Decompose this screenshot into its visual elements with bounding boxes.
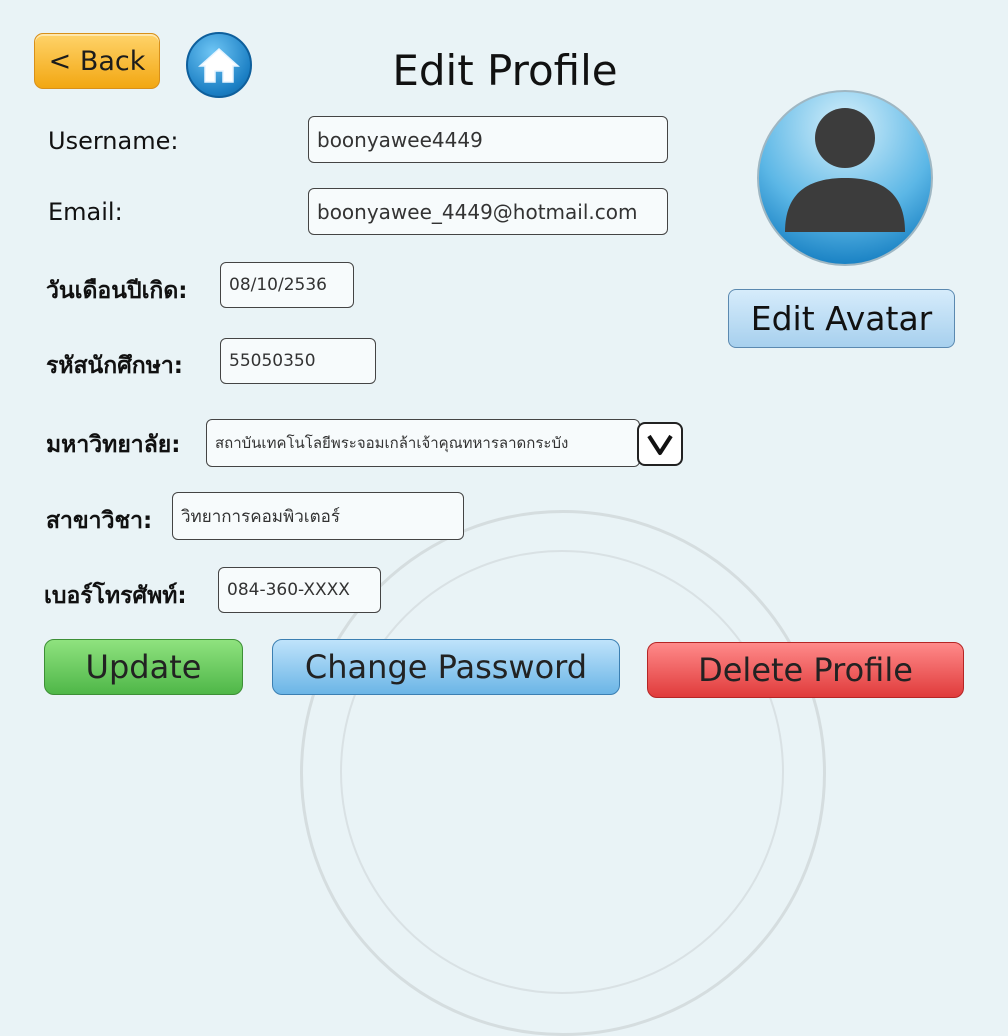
chevron-down-icon: [647, 434, 673, 455]
home-button[interactable]: [186, 32, 252, 98]
university-dropdown-button[interactable]: [637, 422, 683, 466]
university-select[interactable]: สถาบันเทคโนโลยีพระจอมเกล้าเจ้าคุณทหารลาด…: [206, 419, 640, 467]
phone-label: เบอร์โทรศัพท์:: [44, 583, 187, 609]
major-label: สาขาวิชา:: [46, 508, 153, 534]
edit-avatar-button[interactable]: Edit Avatar: [728, 289, 955, 348]
page-title: Edit Profile: [392, 46, 618, 95]
student-id-field[interactable]: 55050350: [220, 338, 376, 384]
back-button[interactable]: < Back: [34, 33, 160, 89]
home-icon: [198, 47, 240, 83]
change-password-button[interactable]: Change Password: [272, 639, 620, 695]
watermark-seal-inner: [340, 550, 784, 994]
student-id-label: รหัสนักศึกษา:: [46, 353, 184, 379]
birthdate-field[interactable]: 08/10/2536: [220, 262, 354, 308]
avatar: [757, 90, 933, 266]
birthdate-label: วันเดือนปีเกิด:: [46, 278, 188, 304]
email-field[interactable]: boonyawee_4449@hotmail.com: [308, 188, 668, 235]
major-field[interactable]: วิทยาการคอมพิวเตอร์: [172, 492, 464, 540]
email-label: Email:: [48, 198, 123, 226]
phone-field[interactable]: 084-360-XXXX: [218, 567, 381, 613]
user-silhouette-icon: [785, 108, 905, 232]
username-label: Username:: [48, 127, 179, 155]
username-field[interactable]: boonyawee4449: [308, 116, 668, 163]
update-button[interactable]: Update: [44, 639, 243, 695]
university-label: มหาวิทยาลัย:: [46, 432, 181, 458]
delete-profile-button[interactable]: Delete Profile: [647, 642, 964, 698]
